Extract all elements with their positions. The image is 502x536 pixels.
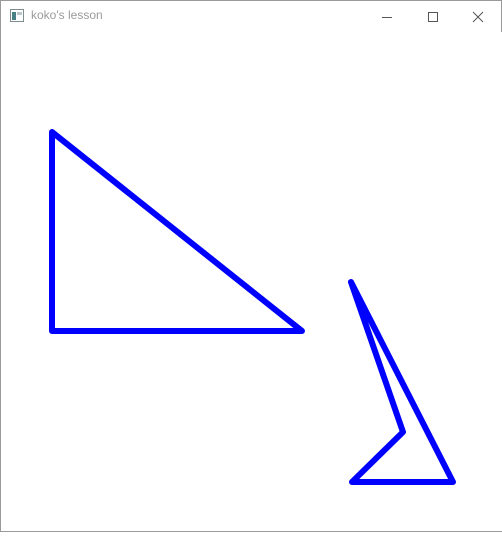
app-icon <box>10 9 24 22</box>
minimize-button[interactable] <box>364 1 410 32</box>
minimize-icon <box>382 16 392 18</box>
right-triangle <box>49 129 305 334</box>
app-window: koko's lesson <box>0 0 502 532</box>
drawing-canvas <box>2 32 502 531</box>
arrow-shape <box>348 279 456 485</box>
close-button[interactable] <box>455 1 501 32</box>
maximize-icon <box>428 11 438 22</box>
title-bar[interactable]: koko's lesson <box>1 1 501 32</box>
window-title: koko's lesson <box>31 8 103 22</box>
maximize-button[interactable] <box>410 1 456 32</box>
close-icon <box>472 11 484 22</box>
